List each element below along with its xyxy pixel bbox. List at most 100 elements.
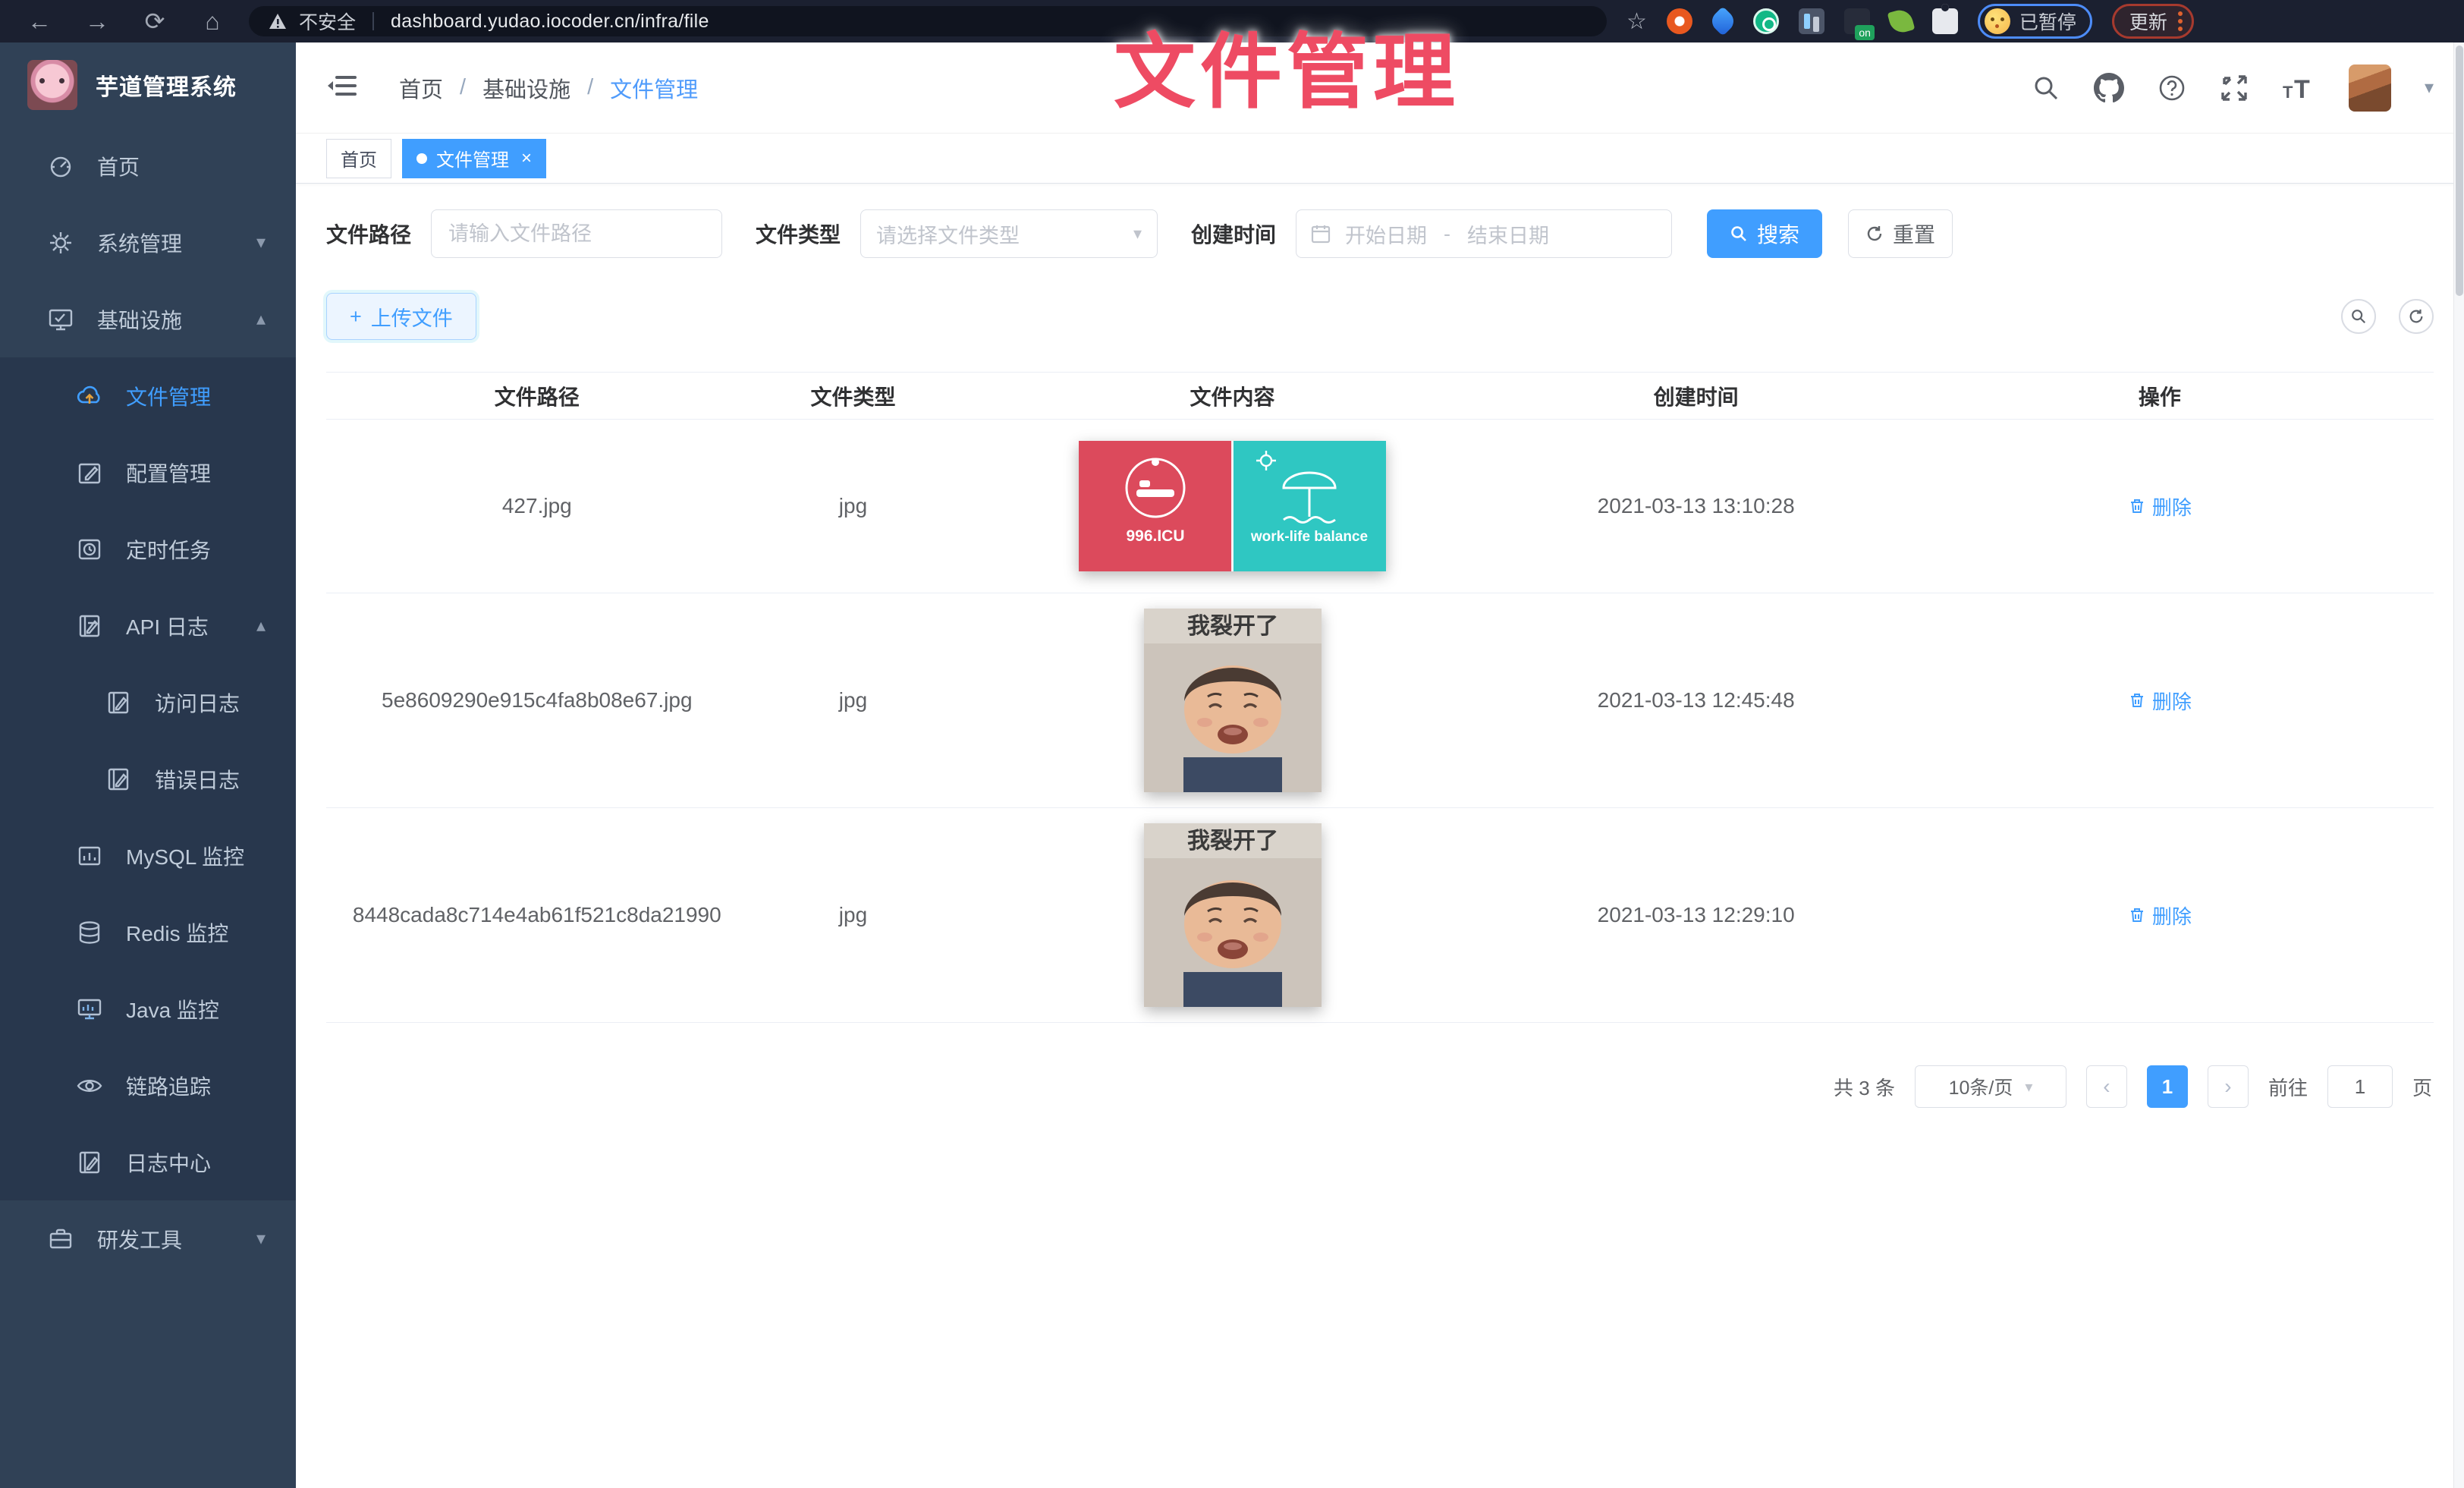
file-preview-baby-meme[interactable]: 我裂开了 bbox=[1144, 823, 1322, 1007]
breadcrumb-section[interactable]: 基础设施 bbox=[482, 72, 570, 104]
file-preview-baby-meme[interactable]: 我裂开了 bbox=[1144, 609, 1322, 792]
edit-square-icon bbox=[76, 459, 103, 486]
table-header-row: 文件路径 文件类型 文件内容 创建时间 操作 bbox=[326, 373, 2434, 420]
delete-button[interactable]: 删除 bbox=[2128, 687, 2192, 715]
github-icon[interactable] bbox=[2094, 73, 2124, 103]
header-search-icon[interactable] bbox=[2032, 74, 2060, 102]
font-size-icon[interactable]: TT bbox=[2282, 74, 2315, 102]
tag-label: 文件管理 bbox=[436, 145, 509, 171]
extension-icon-orange[interactable] bbox=[1667, 8, 1692, 34]
page-size-select[interactable]: 10条/页 ▾ bbox=[1915, 1065, 2066, 1108]
file-path-input[interactable] bbox=[431, 209, 722, 258]
breadcrumb-home[interactable]: 首页 bbox=[399, 72, 443, 104]
sidebar-item-dev-tools[interactable]: 研发工具 ▾ bbox=[0, 1200, 296, 1277]
tag-file-manage[interactable]: 文件管理 × bbox=[402, 139, 546, 178]
bookmark-star-icon[interactable]: ☆ bbox=[1626, 8, 1647, 35]
delete-label: 删除 bbox=[2152, 687, 2192, 715]
filter-form: 文件路径 文件类型 请选择文件类型 ▾ 创建时间 开始日期 - 结束日期 bbox=[326, 209, 2434, 258]
pagination-total: 共 3 条 bbox=[1834, 1073, 1895, 1101]
file-preview-banner-996icu[interactable]: 996.ICU work-life balance bbox=[1079, 441, 1386, 571]
table-row: 8448cada8c714e4ab61f521c8da21990 jpg 我裂开… bbox=[326, 808, 2434, 1023]
next-page-button[interactable]: › bbox=[2208, 1065, 2249, 1108]
fullscreen-icon[interactable] bbox=[2220, 74, 2249, 102]
scrollbar-thumb[interactable] bbox=[2456, 46, 2463, 296]
svg-text:T: T bbox=[2294, 75, 2310, 102]
omnibox-divider bbox=[372, 12, 374, 30]
table-row: 427.jpg jpg 996.ICU bbox=[326, 420, 2434, 593]
prev-page-button[interactable]: ‹ bbox=[2086, 1065, 2127, 1108]
chevron-up-icon: ▴ bbox=[256, 308, 266, 330]
cell-file-path: 8448cada8c714e4ab61f521c8da21990 bbox=[326, 903, 748, 927]
delete-button[interactable]: 删除 bbox=[2128, 901, 2192, 930]
browser-update-button[interactable]: 更新 bbox=[2112, 4, 2194, 39]
sidebar-item-file-manage[interactable]: 文件管理 bbox=[0, 357, 296, 434]
sidebar-item-error-log[interactable]: 错误日志 bbox=[0, 741, 296, 817]
sidebar-item-label: 研发工具 bbox=[97, 1224, 182, 1254]
sidebar-collapse-icon[interactable] bbox=[326, 73, 357, 102]
sidebar-item-label: 文件管理 bbox=[126, 381, 211, 411]
table-toolbar: + 上传文件 bbox=[326, 293, 2434, 340]
search-button[interactable]: 搜索 bbox=[1707, 209, 1822, 258]
extensions-puzzle-icon[interactable] bbox=[1932, 8, 1958, 34]
sidebar-item-label: 定时任务 bbox=[126, 534, 211, 565]
browser-back-icon[interactable]: ← bbox=[26, 9, 53, 33]
profile-avatar bbox=[1985, 8, 2010, 34]
sidebar-item-mysql[interactable]: MySQL 监控 bbox=[0, 817, 296, 894]
extension-icon-columns[interactable] bbox=[1799, 8, 1824, 34]
url-text[interactable]: dashboard.yudao.iocoder.cn/infra/file bbox=[391, 11, 709, 33]
cell-created-time: 2021-03-13 12:29:10 bbox=[1507, 903, 1886, 927]
toggle-search-button[interactable] bbox=[2341, 299, 2376, 334]
help-icon[interactable] bbox=[2158, 74, 2186, 102]
extension-icon-green[interactable] bbox=[1753, 8, 1779, 34]
log-center-icon bbox=[76, 1149, 103, 1176]
extension-icon-blue-drop[interactable] bbox=[1708, 6, 1738, 36]
reset-button[interactable]: 重置 bbox=[1848, 209, 1953, 258]
browser-home-icon[interactable]: ⌂ bbox=[199, 9, 226, 33]
active-tag-dot bbox=[416, 153, 427, 164]
banner-right-label: work-life balance bbox=[1250, 529, 1368, 545]
browser-profile-chip[interactable]: 已暂停 bbox=[1978, 4, 2092, 39]
app-logo-row[interactable]: 芋道管理系统 bbox=[0, 42, 296, 127]
chevron-down-icon[interactable]: ▾ bbox=[2425, 77, 2434, 99]
extension-icon-leaf[interactable] bbox=[1887, 8, 1916, 36]
select-placeholder: 请选择文件类型 bbox=[876, 219, 1020, 249]
gear-icon bbox=[47, 229, 74, 256]
date-range-picker[interactable]: 开始日期 - 结束日期 bbox=[1296, 209, 1672, 258]
sidebar-item-redis[interactable]: Redis 监控 bbox=[0, 894, 296, 971]
tag-home[interactable]: 首页 bbox=[326, 139, 391, 178]
reset-button-label: 重置 bbox=[1893, 219, 1935, 249]
extension-icon-proxy[interactable]: on bbox=[1844, 8, 1870, 34]
breadcrumb-separator: / bbox=[460, 75, 466, 100]
sidebar-item-system[interactable]: 系统管理 ▾ bbox=[0, 204, 296, 281]
breadcrumb-current[interactable]: 文件管理 bbox=[610, 72, 698, 104]
sidebar-item-infrastructure[interactable]: 基础设施 ▴ bbox=[0, 281, 296, 357]
upload-file-button[interactable]: + 上传文件 bbox=[326, 293, 476, 340]
sidebar-item-trace[interactable]: 链路追踪 bbox=[0, 1047, 296, 1124]
goto-page-input[interactable] bbox=[2327, 1065, 2393, 1108]
sidebar-item-job[interactable]: 定时任务 bbox=[0, 511, 296, 587]
close-icon[interactable]: × bbox=[521, 148, 532, 169]
browser-menu-kebab-icon[interactable] bbox=[2178, 11, 2183, 31]
browser-reload-icon[interactable]: ⟳ bbox=[141, 9, 168, 33]
page-scrollbar[interactable] bbox=[2453, 42, 2464, 1488]
refresh-table-button[interactable] bbox=[2399, 299, 2434, 334]
sidebar-item-home[interactable]: 首页 bbox=[0, 127, 296, 204]
delete-button[interactable]: 删除 bbox=[2128, 492, 2192, 521]
sidebar-item-java[interactable]: Java 监控 bbox=[0, 971, 296, 1047]
cell-file-type: jpg bbox=[748, 903, 959, 927]
sidebar-item-api-log[interactable]: API 日志 ▴ bbox=[0, 587, 296, 664]
sidebar-item-access-log[interactable]: 访问日志 bbox=[0, 664, 296, 741]
extension-on-badge: on bbox=[1855, 25, 1875, 40]
trash-icon bbox=[2128, 906, 2146, 924]
annotation-overlay-title: 文件管理 bbox=[1114, 6, 1460, 124]
sidebar-item-config[interactable]: 配置管理 bbox=[0, 434, 296, 511]
sidebar-item-log-center[interactable]: 日志中心 bbox=[0, 1124, 296, 1200]
user-avatar[interactable] bbox=[2349, 64, 2391, 112]
cell-created-time: 2021-03-13 12:45:48 bbox=[1507, 688, 1886, 713]
cell-file-type: jpg bbox=[748, 494, 959, 518]
column-header-type: 文件类型 bbox=[748, 381, 959, 411]
current-page-button[interactable]: 1 bbox=[2147, 1065, 2188, 1108]
file-type-select[interactable]: 请选择文件类型 ▾ bbox=[860, 209, 1158, 258]
security-label[interactable]: 不安全 bbox=[299, 8, 356, 35]
browser-forward-icon[interactable]: → bbox=[83, 9, 111, 33]
